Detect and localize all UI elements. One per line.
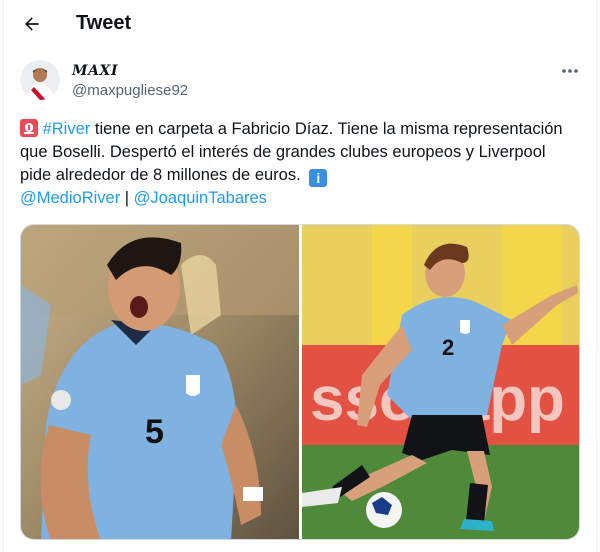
shirt-number-left: 5 xyxy=(145,413,164,451)
tweet-text: #River tiene en carpeta a Fabricio Díaz.… xyxy=(20,118,580,210)
more-button[interactable] xyxy=(556,60,584,82)
mention-separator: | xyxy=(120,189,134,207)
hashtag-link[interactable]: #River xyxy=(43,120,91,138)
author-name[interactable]: MAXI xyxy=(72,63,118,79)
arrow-left-icon xyxy=(25,17,39,31)
player-photo-right[interactable]: ssonapp 2 xyxy=(302,225,579,539)
mention-link[interactable]: @JoaquinTabares xyxy=(134,189,267,207)
player-photo-left[interactable]: 5 xyxy=(21,225,299,539)
back-button[interactable] xyxy=(18,10,46,38)
shirt-number-right: 2 xyxy=(442,335,454,360)
page-header: Tweet xyxy=(0,0,600,46)
information-emoji: i xyxy=(309,169,328,187)
page-title: Tweet xyxy=(76,12,132,34)
author-handle[interactable]: @maxpugliese92 xyxy=(72,82,188,99)
police-light-emoji xyxy=(20,119,38,137)
avatar[interactable] xyxy=(20,60,60,100)
tweet-body: tiene en carpeta a Fabricio Díaz. Tiene … xyxy=(20,120,563,184)
more-horizontal-icon xyxy=(562,69,578,73)
mention-link[interactable]: @MedioRiver xyxy=(20,189,120,207)
tweet-media: 5 ssonapp 2 xyxy=(20,224,580,540)
user-avatar xyxy=(20,60,60,100)
